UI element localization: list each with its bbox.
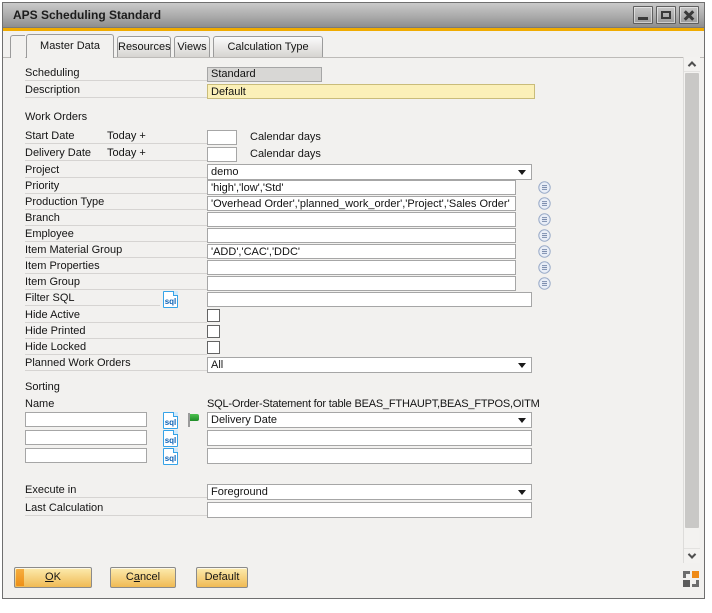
choose-list-icon[interactable] bbox=[538, 261, 551, 274]
description-input[interactable] bbox=[207, 84, 535, 99]
hide-active-label: Hide Active bbox=[25, 309, 207, 323]
project-label: Project bbox=[25, 164, 207, 178]
sort-1-name-input[interactable] bbox=[25, 412, 147, 427]
hide-active-checkbox[interactable] bbox=[207, 309, 220, 322]
sql-editor-icon[interactable]: sql bbox=[163, 430, 178, 447]
ok-button[interactable]: OK bbox=[14, 567, 92, 588]
accent-line bbox=[3, 28, 704, 31]
delivery-date-label: Delivery Date Today + bbox=[25, 147, 207, 161]
production-type-label: Production Type bbox=[25, 196, 207, 210]
aps-scheduling-window: APS Scheduling Standard Master Data Reso… bbox=[2, 2, 705, 599]
employee-label: Employee bbox=[25, 228, 207, 242]
vertical-scrollbar[interactable] bbox=[683, 57, 699, 563]
tab-views[interactable]: Views bbox=[174, 36, 210, 57]
close-button[interactable] bbox=[679, 6, 699, 24]
start-date-label: Start Date Today + bbox=[25, 130, 207, 144]
cancel-button[interactable]: Cancel bbox=[110, 567, 176, 588]
default-button[interactable]: Default bbox=[196, 567, 248, 588]
item-properties-label: Item Properties bbox=[25, 260, 207, 274]
maximize-icon bbox=[661, 11, 671, 19]
screen: APS Scheduling Standard Master Data Reso… bbox=[0, 0, 712, 613]
tab-calculation-type[interactable]: Calculation Type bbox=[213, 36, 323, 57]
maximize-button[interactable] bbox=[656, 6, 676, 24]
branch-label: Branch bbox=[25, 212, 207, 226]
item-material-group-input[interactable] bbox=[207, 244, 516, 259]
filter-sql-label: Filter SQL bbox=[25, 292, 160, 306]
hide-printed-checkbox[interactable] bbox=[207, 325, 220, 338]
description-label: Description bbox=[25, 84, 207, 98]
chevron-down-icon bbox=[518, 363, 526, 368]
employee-input[interactable] bbox=[207, 228, 516, 243]
execute-in-dropdown[interactable]: Foreground bbox=[207, 484, 532, 500]
sorting-name-label: Name bbox=[25, 398, 54, 410]
tab-resources[interactable]: Resources bbox=[117, 36, 171, 57]
project-dropdown[interactable]: demo bbox=[207, 164, 532, 180]
chevron-down-icon bbox=[518, 170, 526, 175]
item-properties-input[interactable] bbox=[207, 260, 516, 275]
execute-in-label: Execute in bbox=[25, 484, 207, 498]
sort-2-name-input[interactable] bbox=[25, 430, 147, 445]
priority-input[interactable] bbox=[207, 180, 516, 195]
sort-1-statement-dropdown[interactable]: Delivery Date bbox=[207, 412, 532, 428]
flag-icon[interactable] bbox=[186, 413, 201, 428]
scheduling-field: Standard bbox=[207, 67, 322, 82]
sort-3-name-input[interactable] bbox=[25, 448, 147, 463]
sort-2-statement-input[interactable] bbox=[207, 430, 532, 446]
tab-master-data[interactable]: Master Data bbox=[26, 34, 114, 58]
hide-locked-checkbox[interactable] bbox=[207, 341, 220, 354]
choose-list-icon[interactable] bbox=[538, 181, 551, 194]
choose-list-icon[interactable] bbox=[538, 229, 551, 242]
sorting-statement-label: SQL-Order-Statement for table BEAS_FTHAU… bbox=[207, 398, 540, 410]
choose-list-icon[interactable] bbox=[538, 197, 551, 210]
tabstrip-edge bbox=[10, 35, 25, 58]
close-icon bbox=[684, 10, 695, 21]
sql-editor-icon[interactable]: sql bbox=[163, 291, 178, 308]
start-date-suffix: Calendar days bbox=[250, 131, 321, 143]
sort-3-statement-input[interactable] bbox=[207, 448, 532, 464]
planned-work-orders-dropdown[interactable]: All bbox=[207, 357, 532, 373]
titlebar[interactable]: APS Scheduling Standard bbox=[3, 3, 704, 28]
window-title: APS Scheduling Standard bbox=[13, 3, 161, 28]
hide-printed-label: Hide Printed bbox=[25, 325, 207, 339]
item-material-group-label: Item Material Group bbox=[25, 244, 207, 258]
chevron-down-icon bbox=[518, 490, 526, 495]
delivery-date-input[interactable] bbox=[207, 147, 237, 162]
chevron-up-icon bbox=[688, 61, 696, 69]
hide-locked-label: Hide Locked bbox=[25, 341, 207, 355]
choose-list-icon[interactable] bbox=[538, 245, 551, 258]
scrollbar-thumb[interactable] bbox=[685, 73, 699, 528]
sorting-heading: Sorting bbox=[25, 381, 60, 393]
sql-editor-icon[interactable]: sql bbox=[163, 412, 178, 429]
last-calculation-label: Last Calculation bbox=[25, 502, 207, 516]
delivery-date-suffix: Calendar days bbox=[250, 148, 321, 160]
start-date-input[interactable] bbox=[207, 130, 237, 145]
start-date-prefix: Today + bbox=[107, 130, 146, 143]
scheduling-label: Scheduling bbox=[25, 67, 207, 81]
choose-list-icon[interactable] bbox=[538, 213, 551, 226]
scroll-up-button[interactable] bbox=[684, 57, 700, 72]
branch-input[interactable] bbox=[207, 212, 516, 227]
minimize-icon bbox=[638, 17, 648, 20]
item-group-input[interactable] bbox=[207, 276, 516, 291]
scroll-down-button[interactable] bbox=[684, 548, 700, 563]
priority-label: Priority bbox=[25, 180, 207, 194]
planned-work-orders-label: Planned Work Orders bbox=[25, 357, 207, 371]
minimize-button[interactable] bbox=[633, 6, 653, 24]
ok-default-stripe bbox=[16, 569, 24, 586]
chevron-down-icon bbox=[688, 550, 696, 558]
delivery-date-prefix: Today + bbox=[107, 147, 146, 160]
filter-sql-input[interactable] bbox=[207, 292, 532, 307]
work-orders-heading: Work Orders bbox=[25, 111, 87, 123]
resize-grip-icon[interactable] bbox=[683, 571, 699, 587]
chevron-down-icon bbox=[518, 418, 526, 423]
last-calculation-input[interactable] bbox=[207, 502, 532, 518]
production-type-input[interactable] bbox=[207, 196, 516, 211]
choose-list-icon[interactable] bbox=[538, 277, 551, 290]
sql-editor-icon[interactable]: sql bbox=[163, 448, 178, 465]
item-group-label: Item Group bbox=[25, 276, 207, 290]
